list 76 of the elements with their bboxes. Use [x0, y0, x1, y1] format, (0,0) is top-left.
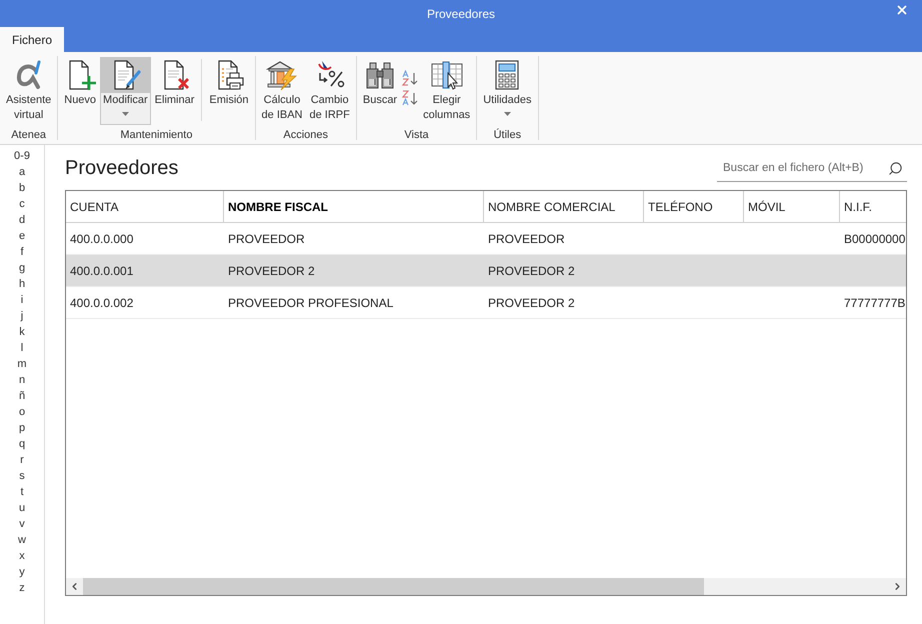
index-letter[interactable]: ñ — [18, 388, 26, 404]
ribbon-button[interactable]: Asistente virtual — [3, 57, 54, 125]
column-header[interactable]: MÓVIL — [743, 191, 839, 222]
index-letter[interactable]: j — [20, 308, 24, 324]
ribbon-button[interactable]: Emisión — [206, 57, 252, 125]
index-letter[interactable]: x — [19, 548, 25, 564]
ribbon-tab[interactable]: Fichero — [0, 27, 64, 52]
table-cell-text: B00000000 — [843, 230, 906, 248]
ribbon-button[interactable]: Buscar — [360, 57, 400, 125]
page-title: Proveedores — [65, 156, 178, 181]
group-label: Vista — [404, 128, 429, 143]
index-letter[interactable]: t — [20, 484, 24, 500]
ribbon-button[interactable]: Cálculo de IBAN — [258, 57, 306, 125]
scrollbar-thumb[interactable] — [83, 578, 704, 595]
table-columns-icon — [430, 59, 463, 91]
column-header[interactable]: TELÉFONO — [643, 191, 743, 222]
search-icon — [888, 160, 902, 176]
table-cell-text: 400.0.0.000 — [69, 230, 134, 248]
column-header[interactable]: N.I.F. — [839, 191, 906, 222]
table-cell-text: PROVEEDOR — [227, 230, 306, 248]
window-title: Proveedores — [426, 6, 496, 22]
index-letter[interactable]: n — [18, 372, 26, 388]
horizontal-scrollbar[interactable] — [66, 578, 906, 595]
search-field[interactable]: Buscar en el fichero (Alt+B) — [717, 156, 907, 182]
index-letter[interactable]: d — [18, 212, 26, 228]
table-cell-text: 400.0.0.002 — [69, 294, 134, 312]
index-letter[interactable]: k — [19, 324, 25, 340]
index-letter[interactable]: e — [18, 228, 26, 244]
table-cell-text: PROVEEDOR 2 — [487, 294, 576, 312]
column-header[interactable]: CUENTA — [66, 191, 223, 222]
close-icon — [895, 3, 909, 17]
bank-lightning-icon — [266, 59, 298, 91]
column-header[interactable]: NOMBRE FISCAL — [223, 191, 483, 222]
table-cell-text: PROVEEDOR 2 — [227, 262, 316, 280]
index-letter[interactable]: p — [18, 420, 26, 436]
group-label: Acciones — [283, 128, 328, 143]
table-cell-text: PROVEEDOR PROFESIONAL — [227, 294, 394, 312]
sort-descending-icon — [401, 90, 420, 106]
index-letter[interactable]: m — [17, 356, 27, 372]
index-letter[interactable]: a — [18, 164, 26, 180]
column-header[interactable]: NOMBRE COMERCIAL — [483, 191, 643, 222]
index-letter[interactable]: z — [19, 580, 25, 596]
index-letter[interactable]: c — [19, 196, 25, 212]
index-letter[interactable]: o — [18, 404, 26, 420]
index-letter[interactable]: i — [20, 292, 24, 308]
index-letter[interactable]: y — [19, 564, 25, 580]
index-letter[interactable]: u — [18, 500, 26, 516]
table-cell-text: PROVEEDOR 2 — [487, 262, 576, 280]
index-letter[interactable]: v — [19, 516, 25, 532]
ribbon-button[interactable]: Eliminar — [152, 57, 198, 125]
group-label: Útiles — [494, 128, 522, 143]
ribbon-button[interactable]: Modificar — [100, 57, 151, 125]
index-letter[interactable]: w — [18, 532, 26, 548]
group-label: Atenea — [11, 128, 46, 143]
table-row[interactable]: 400.0.0.001 PROVEEDOR 2 PROVEEDOR 2 — [66, 255, 906, 287]
ribbon-button[interactable]: Nuevo — [61, 57, 100, 125]
sort-ascending-icon — [401, 70, 420, 86]
ribbon-button[interactable]: Elegir columnas — [420, 57, 474, 125]
index-letter[interactable]: s — [19, 468, 25, 484]
index-letter[interactable]: h — [18, 276, 26, 292]
index-letter[interactable]: r — [20, 452, 24, 468]
index-letter[interactable]: q — [18, 436, 26, 452]
ribbon-button[interactable]: Utilidades — [480, 57, 534, 125]
ribbon-button[interactable]: Cambio de IRPF — [306, 57, 353, 125]
table-cell-text: PROVEEDOR — [487, 230, 566, 248]
index-letter[interactable]: b — [18, 180, 26, 196]
index-letter[interactable]: f — [20, 244, 24, 260]
index-letter[interactable]: 0-9 — [14, 148, 30, 164]
index-letter[interactable]: g — [18, 260, 26, 276]
sort-ascending-button[interactable] — [401, 70, 420, 86]
index-letter[interactable]: l — [20, 340, 24, 356]
table-cell-text: 400.0.0.001 — [69, 262, 134, 280]
table-cell-text: 77777777B — [843, 294, 906, 312]
sort-descending-button[interactable] — [401, 90, 420, 106]
group-label: Mantenimiento — [120, 128, 192, 143]
search-button[interactable] — [887, 160, 903, 176]
